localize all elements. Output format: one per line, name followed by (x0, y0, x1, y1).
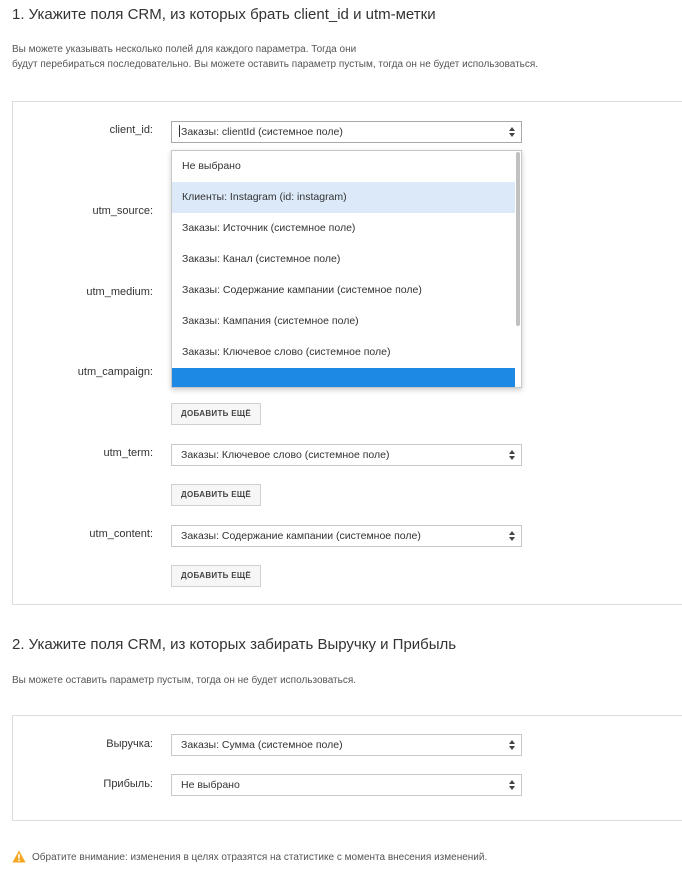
text-cursor (179, 125, 180, 137)
section2-title: 2. Укажите поля CRM, из которых забирать… (12, 636, 457, 653)
revenue-select-value: Заказы: Сумма (системное поле) (181, 739, 343, 751)
section1-description: Вы можете указывать несколько полей для … (12, 42, 538, 72)
dropdown-scrollbar[interactable] (516, 152, 520, 326)
revenue-select[interactable]: Заказы: Сумма (системное поле) (171, 734, 522, 756)
utm-term-select[interactable]: Заказы: Ключевое слово (системное поле) (171, 444, 522, 466)
dropdown-option[interactable]: Заказы: Источник (системное поле) (172, 213, 515, 244)
dropdown-option-hovered[interactable]: Клиенты: Instagram (id: instagram) (172, 182, 515, 213)
utm-content-select[interactable]: Заказы: Содержание кампании (системное п… (171, 525, 522, 547)
revenue-settings-panel (12, 715, 682, 821)
dropdown-option[interactable]: Не выбрано (172, 151, 515, 182)
utm-campaign-label: utm_campaign: (77, 366, 153, 378)
utm-content-label: utm_content: (89, 528, 153, 540)
utm-term-label: utm_term: (103, 447, 153, 459)
select-arrows-icon (508, 740, 515, 750)
utm-medium-label: utm_medium: (86, 286, 153, 298)
dropdown-option[interactable]: Заказы: Ключевое слово (системное поле) (172, 337, 515, 368)
client-id-select-value: Заказы: clientId (системное поле) (181, 126, 343, 138)
add-more-term-button[interactable]: ДОБАВИТЬ ЕЩЁ (171, 484, 261, 506)
section2-description: Вы можете оставить параметр пустым, тогд… (12, 675, 357, 686)
profit-select[interactable]: Не выбрано (171, 774, 522, 796)
revenue-label: Выручка: (106, 738, 153, 750)
select-arrows-icon (508, 127, 515, 137)
select-arrows-icon (508, 780, 515, 790)
utm-term-select-value: Заказы: Ключевое слово (системное поле) (181, 449, 390, 461)
dropdown-option[interactable]: Заказы: Содержание кампании (системное п… (172, 275, 515, 306)
utm-source-label: utm_source: (92, 205, 153, 217)
add-more-content-button[interactable]: ДОБАВИТЬ ЕЩЁ (171, 565, 261, 587)
utm-content-select-value: Заказы: Содержание кампании (системное п… (181, 530, 421, 542)
section1-desc-line2: будут перебираться последовательно. Вы м… (12, 59, 539, 70)
client-id-label: client_id: (109, 124, 153, 136)
dropdown-option[interactable]: Заказы: Кампания (системное поле) (172, 306, 515, 337)
profit-label: Прибыль: (103, 778, 153, 790)
profit-select-value: Не выбрано (181, 779, 240, 791)
warning-icon (12, 850, 26, 863)
select-arrows-icon (508, 531, 515, 541)
section1-desc-line1: Вы можете указывать несколько полей для … (12, 44, 357, 55)
client-id-select[interactable]: Заказы: clientId (системное поле) (171, 121, 522, 143)
add-more-campaign-button[interactable]: ДОБАВИТЬ ЕЩЁ (171, 403, 261, 425)
select-arrows-icon (508, 450, 515, 460)
dropdown-option[interactable]: Заказы: Канал (системное поле) (172, 244, 515, 275)
client-id-dropdown-list[interactable]: Не выбрано Клиенты: Instagram (id: insta… (171, 150, 522, 388)
dropdown-option-selected[interactable]: Заказы: clientId (системное поле) (172, 368, 515, 387)
notice-text: Обратите внимание: изменения в целях отр… (32, 852, 488, 863)
notice: Обратите внимание: изменения в целях отр… (12, 850, 487, 863)
section1-title: 1. Укажите поля CRM, из которых брать cl… (12, 6, 436, 23)
